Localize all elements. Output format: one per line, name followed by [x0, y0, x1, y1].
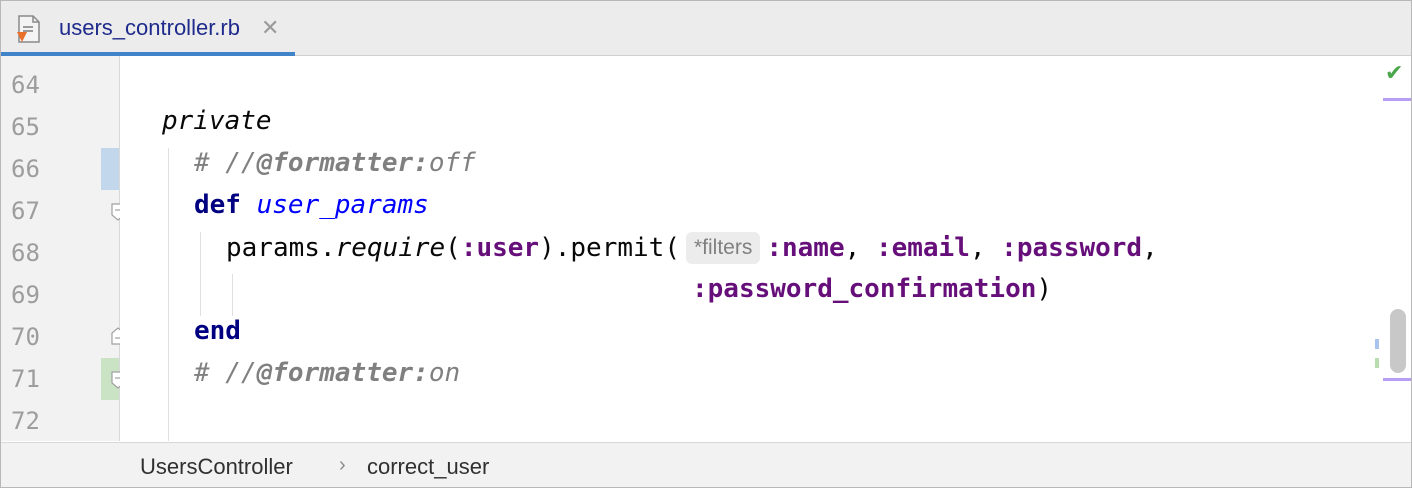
breadcrumb-item-class[interactable]: UsersController: [140, 454, 293, 480]
error-stripe-mark[interactable]: [1383, 98, 1411, 101]
parameter-hint: *filters: [685, 232, 761, 264]
line-number: 64: [11, 71, 40, 99]
vcs-modified-marker[interactable]: [101, 148, 119, 190]
line-number: 71: [11, 365, 40, 393]
line-number: 70: [11, 323, 40, 351]
error-stripe-mark[interactable]: [1375, 358, 1379, 368]
line-number-gutter[interactable]: 64 65 66 67 68 69 70 71 72: [1, 56, 125, 441]
code-line-67: def user_params: [194, 190, 429, 220]
editor-window: users_controller.rb ✕ 64 65 66 67 68 69 …: [0, 0, 1412, 488]
vertical-scrollbar-thumb[interactable]: [1390, 309, 1406, 373]
indent-guide: [168, 148, 169, 441]
editor-tab-bar: users_controller.rb ✕: [1, 1, 1411, 56]
breadcrumb: UsersController › correct_user: [1, 442, 1411, 487]
code-line-70: end: [194, 316, 241, 346]
line-number: 72: [11, 407, 40, 435]
ruby-file-icon: [17, 15, 40, 43]
line-number: 69: [11, 281, 40, 309]
breadcrumb-separator: ›: [339, 454, 346, 476]
close-icon[interactable]: ✕: [261, 15, 279, 41]
code-editor[interactable]: private # //@formatter:off def user_para…: [120, 56, 1411, 441]
tab-users-controller[interactable]: users_controller.rb ✕: [1, 1, 295, 56]
line-number: 66: [11, 155, 40, 183]
code-line-68: params.require(:user).permit(*filters:na…: [226, 232, 1158, 264]
line-number: 65: [11, 113, 40, 141]
code-line-69: :password_confirmation): [692, 274, 1053, 304]
error-stripe-mark[interactable]: [1375, 339, 1379, 349]
tab-file-name: users_controller.rb: [59, 15, 240, 40]
code-line-71: # //@formatter:on: [194, 358, 461, 388]
breadcrumb-item-method[interactable]: correct_user: [367, 454, 489, 480]
indent-guide: [200, 232, 201, 316]
line-number: 67: [11, 197, 40, 225]
code-line-66: # //@formatter:off: [194, 148, 476, 178]
error-stripe-mark[interactable]: [1383, 378, 1411, 381]
code-line-65: private: [162, 106, 272, 136]
line-number: 68: [11, 239, 40, 267]
check-icon[interactable]: ✔: [1385, 61, 1403, 86]
indent-guide: [232, 274, 233, 316]
